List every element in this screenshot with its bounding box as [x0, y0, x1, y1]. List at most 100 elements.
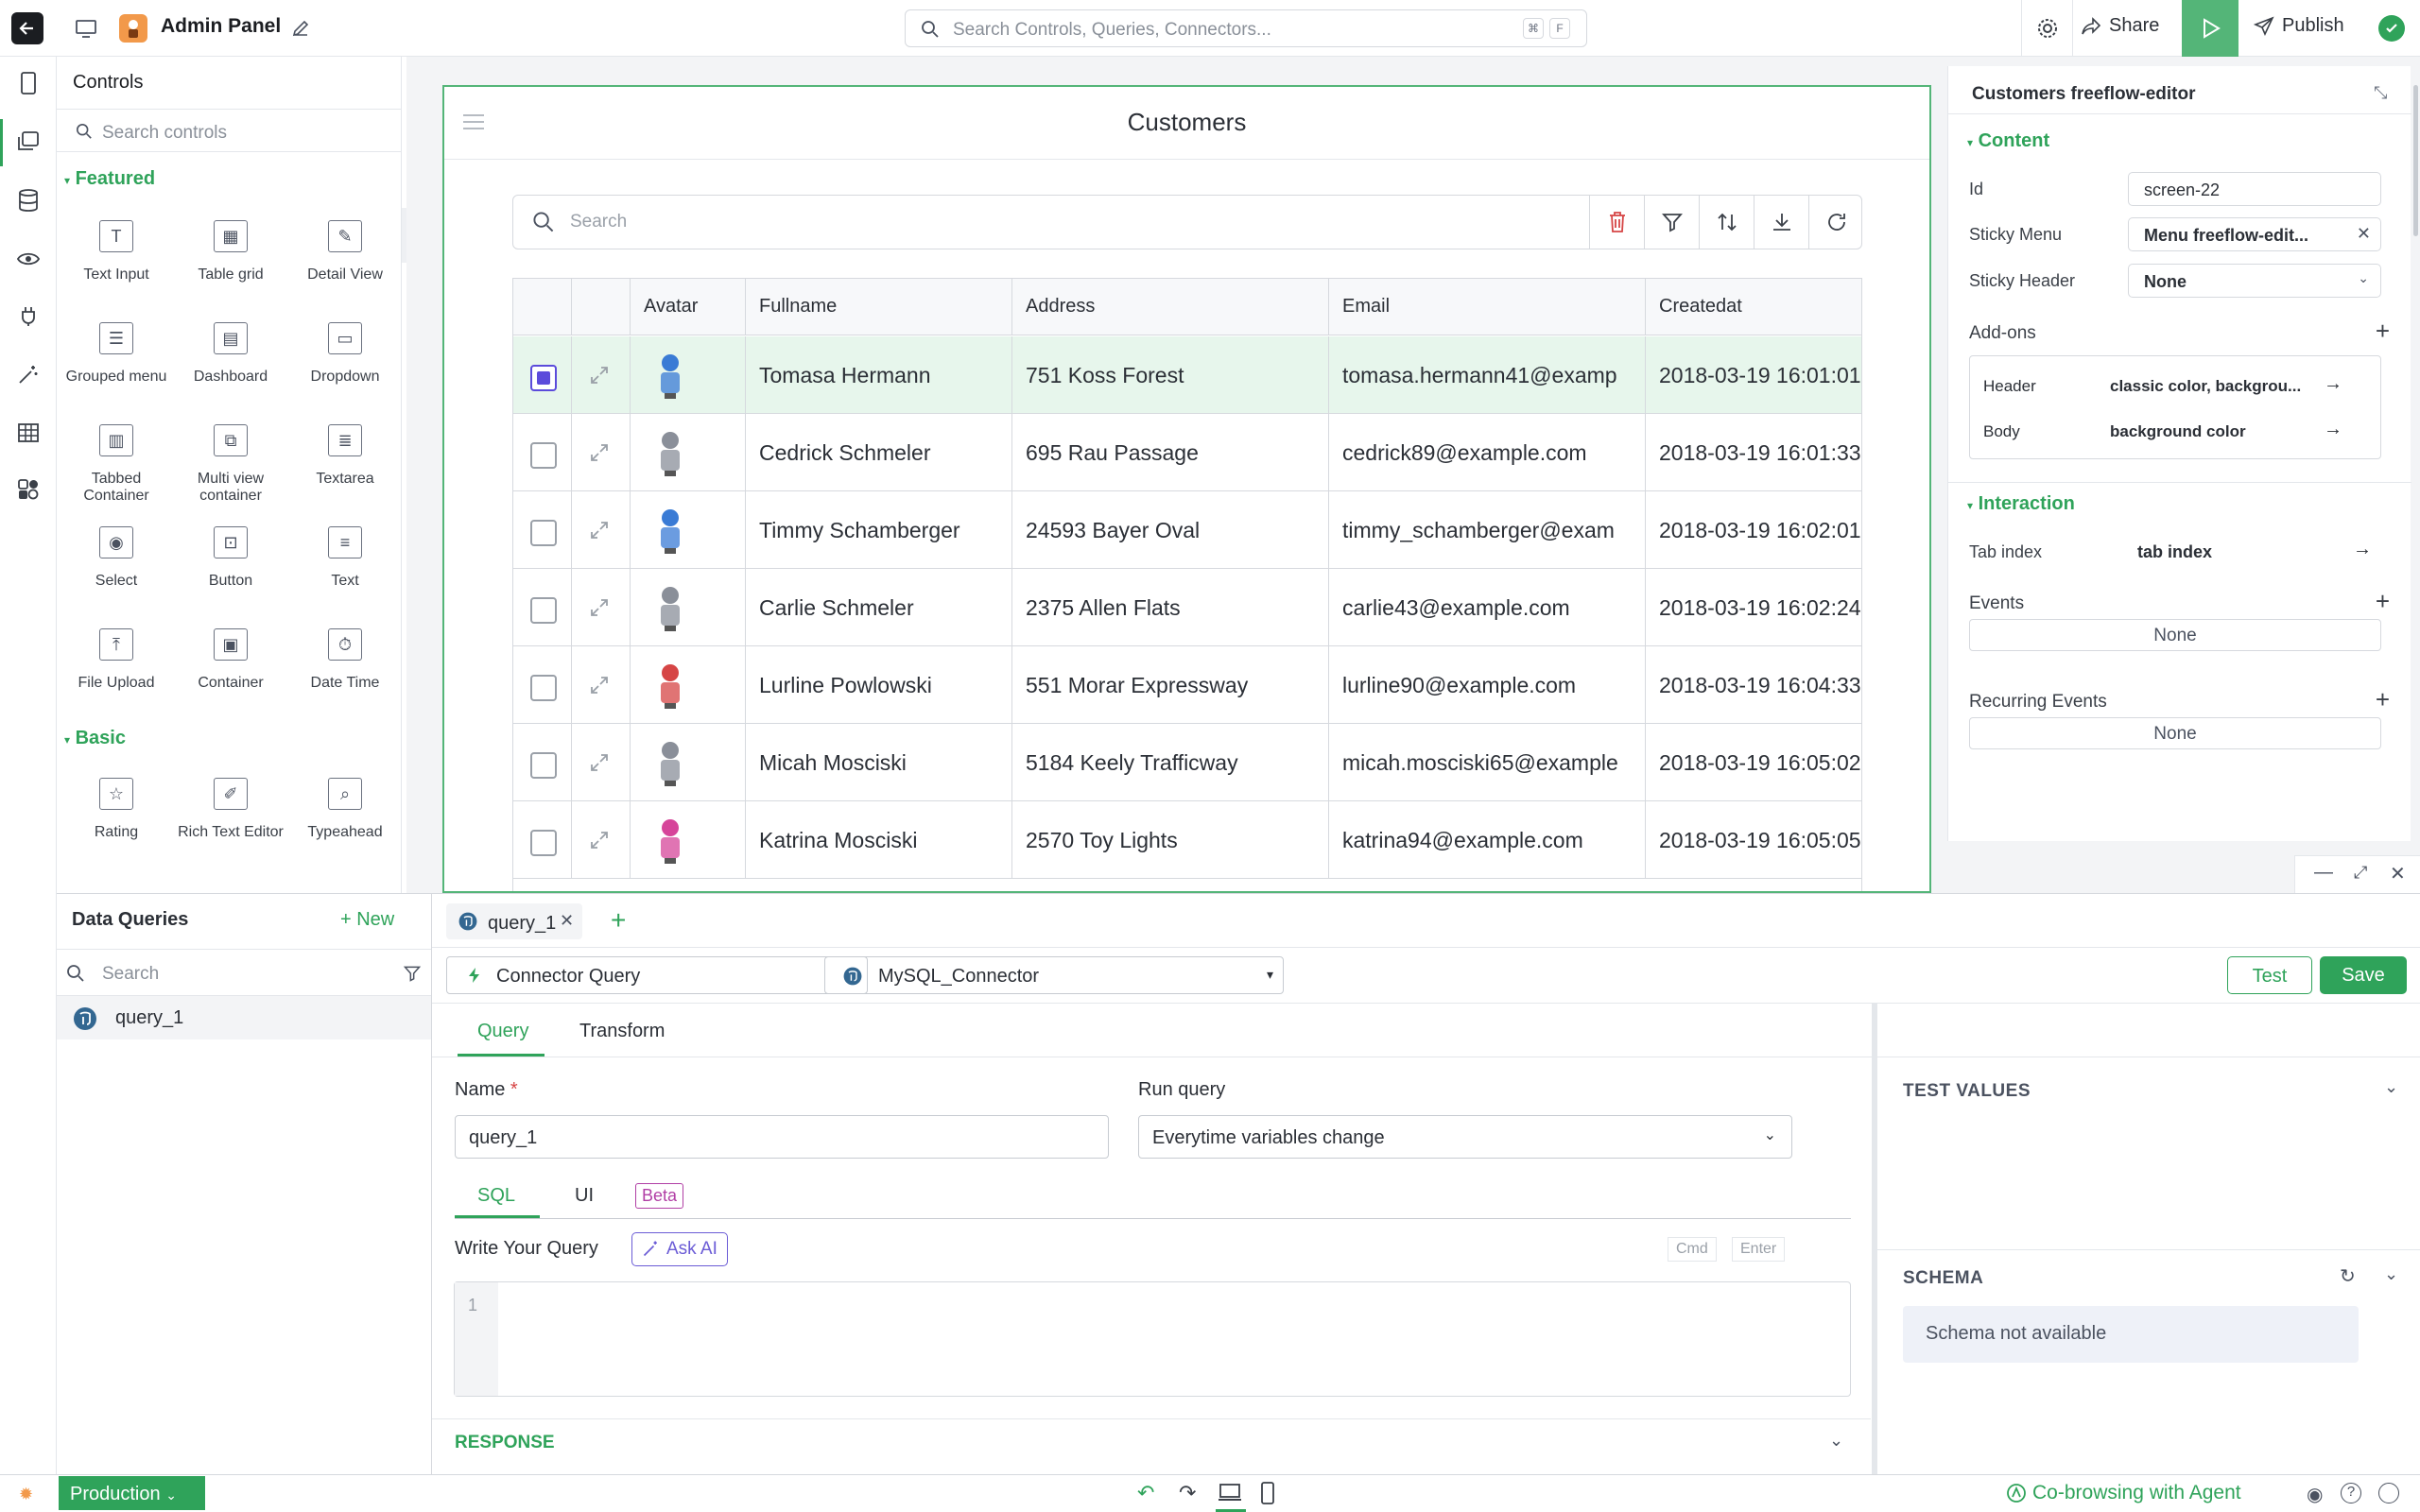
expand-icon[interactable] [589, 520, 610, 541]
control-date-time[interactable]: ⏱ Date Time [288, 624, 401, 692]
settings-gear-icon[interactable] [2034, 15, 2061, 42]
query-list-item[interactable]: query_1 [57, 996, 431, 1040]
add-query-tab-button[interactable]: + [611, 905, 626, 936]
query-tab[interactable]: query_1 ✕ [446, 903, 582, 939]
redo-icon[interactable]: ↷ [1179, 1481, 1196, 1505]
inspector-scrollbar[interactable] [2413, 85, 2418, 236]
cell-fullname[interactable]: Carlie Schmeler [746, 569, 1012, 646]
magic-wand-icon[interactable] [13, 359, 43, 389]
new-query-button[interactable]: + New [340, 909, 394, 931]
column-header-createdat[interactable]: Createdat [1646, 279, 1861, 335]
run-query-select[interactable]: Everytime variables change ⌄ [1138, 1115, 1792, 1159]
table-row[interactable]: Katrina Mosciski 2570 Toy Lights katrina94… [513, 801, 1861, 879]
query-name-input[interactable]: query_1 [455, 1115, 1109, 1159]
content-section-toggle[interactable]: ▾ Content [1967, 130, 2049, 152]
tab-query[interactable]: Query [477, 1021, 528, 1042]
controls-icon[interactable] [13, 127, 43, 157]
cell-fullname[interactable]: Tomasa Hermann [746, 336, 1012, 414]
cell-address[interactable]: 2570 Toy Lights [1012, 801, 1329, 879]
preview-eye-icon[interactable]: ◉ [2307, 1483, 2323, 1506]
table-row[interactable]: Tomasa Hermann 751 Koss Forest tomasa.herm… [513, 336, 1861, 414]
filter-button[interactable] [1644, 196, 1699, 249]
arrow-right-icon[interactable]: → [2324, 419, 2342, 440]
clear-icon[interactable]: ✕ [2357, 224, 2371, 244]
cell-createdat[interactable]: 2018-03-19 16:01:33 U [1646, 414, 1861, 491]
table-search-input[interactable]: Search [570, 212, 627, 232]
cell-fullname[interactable]: Micah Mosciski [746, 724, 1012, 801]
sort-button[interactable] [1699, 196, 1754, 249]
expand-icon[interactable] [589, 675, 610, 696]
cell-address[interactable]: 5184 Keely Trafficway [1012, 724, 1329, 801]
control-select[interactable]: ◉ Select [60, 522, 173, 590]
tab-transform[interactable]: Transform [579, 1021, 665, 1042]
control-rich-text-editor[interactable]: ✐ Rich Text Editor [174, 773, 287, 841]
expand-icon[interactable] [589, 365, 610, 386]
control-detail-view[interactable]: ✎ Detail View [288, 215, 401, 284]
chevron-down-icon[interactable]: ⌄ [2384, 1077, 2398, 1097]
response-section-toggle[interactable]: RESPONSE ⌄ [432, 1418, 1871, 1466]
control-container[interactable]: ▣ Container [174, 624, 287, 692]
addon-body-value[interactable]: background color [2110, 422, 2246, 441]
column-header-avatar[interactable]: Avatar [631, 279, 746, 335]
components-icon[interactable] [13, 474, 43, 505]
expand-icon[interactable] [589, 597, 610, 618]
control-text[interactable]: ≡ Text [288, 522, 401, 590]
desktop-view-icon[interactable] [1218, 1483, 1246, 1503]
cell-createdat[interactable]: 2018-03-19 16:04:33 [1646, 646, 1861, 724]
control-tabbed-container[interactable]: ▥ Tabbed Container [60, 420, 173, 505]
cell-fullname[interactable]: Lurline Powlowski [746, 646, 1012, 724]
expand-icon[interactable] [589, 752, 610, 773]
control-multi-view-container[interactable]: ⧉ Multi view container [174, 420, 287, 505]
mobile-view-icon[interactable] [1260, 1482, 1275, 1504]
control-grouped-menu[interactable]: ☰ Grouped menu [60, 318, 173, 386]
cell-createdat[interactable]: 2018-03-19 16:02:01 U [1646, 491, 1861, 569]
sticky-menu-select[interactable]: Menu freeflow-edit... ✕ [2128, 217, 2381, 251]
arrow-right-icon[interactable]: → [2353, 539, 2372, 560]
table-icon[interactable] [13, 418, 43, 448]
publish-button[interactable]: Publish [2254, 15, 2344, 37]
row-checkbox[interactable] [530, 442, 557, 469]
connector-select[interactable]: MySQL_Connector ▾ [824, 956, 1284, 994]
database-icon[interactable] [13, 185, 43, 215]
featured-section-toggle[interactable]: ▾ Featured [64, 168, 155, 190]
environment-select[interactable]: Production ⌄ [59, 1476, 205, 1510]
table-row[interactable]: Cedrick Schmeler 695 Rau Passage cedrick89… [513, 414, 1861, 491]
cell-createdat[interactable]: 2018-03-19 16:01:01 U [1646, 336, 1861, 414]
chevron-down-icon[interactable]: ⌄ [2384, 1264, 2398, 1284]
canvas-screen[interactable]: Customers Search Avatar Fullname Address… [442, 85, 1931, 893]
mode-tab-sql[interactable]: SQL [477, 1185, 515, 1207]
control-file-upload[interactable]: ⤒ File Upload [60, 624, 173, 692]
control-table-grid[interactable]: ▦ Table grid [174, 215, 287, 284]
arrow-right-icon[interactable]: → [2324, 373, 2342, 395]
cell-fullname[interactable]: Timmy Schamberger [746, 491, 1012, 569]
cell-address[interactable]: 695 Rau Passage [1012, 414, 1329, 491]
tab-index-value[interactable]: tab index [2137, 542, 2212, 562]
cell-address[interactable]: 24593 Bayer Oval [1012, 491, 1329, 569]
control-dropdown[interactable]: ▭ Dropdown [288, 318, 401, 386]
control-typeahead[interactable]: ⌕ Typeahead [288, 773, 401, 841]
close-icon[interactable]: ✕ [2390, 862, 2406, 885]
column-header-email[interactable]: Email [1329, 279, 1646, 335]
row-checkbox[interactable] [530, 675, 557, 701]
back-button[interactable] [11, 12, 43, 44]
row-checkbox[interactable] [530, 830, 557, 856]
control-button[interactable]: ⊡ Button [174, 522, 287, 590]
add-event-icon[interactable]: + [2376, 587, 2390, 616]
id-input[interactable]: screen-22 [2128, 172, 2381, 206]
cell-email[interactable]: katrina94@example.com [1329, 801, 1646, 879]
cell-email[interactable]: cedrick89@example.com [1329, 414, 1646, 491]
control-rating[interactable]: ☆ Rating [60, 773, 173, 841]
plugin-icon[interactable] [13, 301, 43, 331]
monitor-icon[interactable] [74, 17, 98, 40]
pages-icon[interactable] [13, 68, 43, 98]
table-row[interactable]: Timmy Schamberger 24593 Bayer Oval timmy_s… [513, 491, 1861, 569]
save-query-button[interactable]: Save [2320, 956, 2407, 994]
refresh-button[interactable] [1808, 196, 1863, 249]
cell-address[interactable]: 2375 Allen Flats [1012, 569, 1329, 646]
panel-resize-handle[interactable] [1872, 1004, 1877, 1475]
cell-email[interactable]: micah.mosciski65@example [1329, 724, 1646, 801]
undo-icon[interactable]: ↶ [1137, 1481, 1154, 1505]
add-recurring-event-icon[interactable]: + [2376, 685, 2390, 714]
table-row[interactable]: Lurline Powlowski 551 Morar Expressway lur… [513, 646, 1861, 724]
row-checkbox[interactable] [530, 597, 557, 624]
